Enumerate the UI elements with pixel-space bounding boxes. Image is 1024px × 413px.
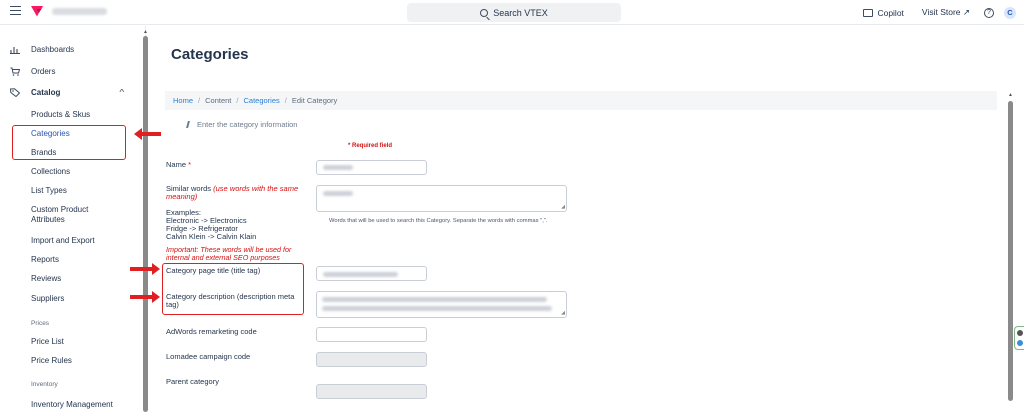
parent-category-select[interactable] [316, 384, 427, 399]
description-value-blurred [322, 297, 547, 302]
vtex-logo-icon[interactable] [30, 5, 44, 18]
info-hint-text: Enter the category information [197, 120, 298, 129]
similar-words-label: Similar words (use words with the same m… [166, 185, 306, 201]
resize-handle-icon[interactable]: ◢ [561, 310, 565, 316]
title-tag-value-blurred [323, 272, 398, 277]
sidebar-item-label: Orders [31, 66, 56, 76]
avatar[interactable]: C [1004, 6, 1016, 19]
similar-words-examples: Examples: Electronic -> Electronics Frid… [166, 209, 256, 241]
required-field-note: * Required field [348, 143, 393, 149]
annotation-arrow-right [130, 263, 160, 275]
sidebar-item-label: Price Rules [31, 355, 72, 365]
section-label: Inventory [31, 380, 58, 388]
name-value-blurred [323, 165, 353, 170]
adwords-input[interactable] [316, 327, 427, 342]
sidebar-item-label: Products & Skus [31, 109, 91, 119]
info-hint: Enter the category information [186, 120, 298, 129]
annotation-box-categories-brands [12, 125, 126, 160]
page-title: Categories [171, 46, 249, 63]
widget-gear-icon [1017, 330, 1023, 336]
similar-words-hint: Words that will be used to search this C… [329, 218, 548, 224]
sidebar: Dashboards Orders Catalog ^ Products & S… [0, 26, 146, 412]
description-value-blurred [322, 306, 552, 311]
main-scroll-up-icon[interactable]: ▲ [1008, 92, 1013, 98]
help-icon[interactable]: ? [984, 7, 994, 18]
sidebar-item-label: List Types [31, 185, 67, 195]
copilot-label: Copilot [877, 7, 904, 18]
breadcrumb-categories[interactable]: Categories [243, 96, 279, 105]
sidebar-item-label: Inventory Management [31, 399, 113, 409]
required-star: * [188, 160, 192, 169]
sidebar-item-label: Price List [31, 336, 64, 346]
sidebar-item-label: Import and Export [31, 235, 95, 245]
resize-handle-icon[interactable]: ◢ [561, 204, 565, 210]
parent-category-label: Parent category [166, 377, 219, 386]
tag-icon [10, 87, 20, 97]
section-label: Prices [31, 319, 50, 327]
widget-help-icon [1017, 340, 1023, 346]
chat-icon [863, 8, 874, 17]
annotation-arrow-right [130, 291, 160, 303]
name-label: Name * [166, 161, 191, 169]
lomadee-input [316, 352, 427, 367]
example-line: Calvin Klein -> Calvin Klain [166, 231, 257, 241]
sidebar-item-label: Suppliers [31, 293, 65, 303]
search-vtex-button[interactable]: Search VTEX [407, 3, 621, 22]
breadcrumb-edit-category: Edit Category [291, 96, 338, 105]
search-label: Search VTEX [493, 7, 548, 18]
breadcrumb-separator: / [236, 96, 239, 105]
annotation-arrow-left [134, 128, 161, 140]
adwords-label: AdWords remarketing code [166, 327, 257, 336]
info-bar-icon [186, 121, 190, 128]
cart-icon [10, 67, 20, 76]
name-label-text: Name [166, 160, 187, 169]
copilot-button[interactable]: Copilot [863, 7, 904, 18]
sidebar-item-label: Catalog [31, 87, 61, 97]
top-bar: Search VTEX Copilot Visit Store ↗ ? C [0, 0, 1024, 25]
sidebar-item-label: Reviews [31, 273, 62, 283]
breadcrumb: Home / Content / Categories / Edit Category [165, 91, 997, 110]
account-name-blurred[interactable] [52, 8, 107, 15]
title-tag-input[interactable] [316, 266, 427, 281]
breadcrumb-content: Content [205, 96, 232, 105]
visit-store-link[interactable]: Visit Store ↗ [922, 7, 970, 18]
sidebar-item-label: Custom Product Attributes [31, 205, 89, 224]
search-icon [480, 8, 489, 17]
similar-words-textarea[interactable]: ◢ [316, 185, 567, 212]
description-meta-textarea[interactable]: ◢ [316, 291, 567, 318]
menu-icon[interactable] [10, 6, 21, 15]
seo-important-note: Important: These words will be used for … [166, 245, 292, 262]
breadcrumb-home[interactable]: Home [173, 96, 193, 105]
sidebar-item-label: Collections [31, 166, 71, 176]
main-content: Categories Home / Content / Categories / Ed… [148, 26, 1014, 412]
breadcrumb-separator: / [198, 96, 201, 105]
similar-words-value-blurred [323, 191, 353, 196]
floating-widget[interactable] [1014, 326, 1024, 350]
annotation-box-seo-fields [162, 263, 304, 315]
main-scrollbar[interactable] [1008, 101, 1013, 401]
sidebar-item-label: Dashboards [31, 44, 75, 54]
name-input[interactable] [316, 160, 427, 175]
breadcrumb-separator: / [284, 96, 287, 105]
bar-chart-icon [10, 46, 20, 54]
lomadee-label: Lomadee campaign code [166, 352, 251, 361]
sidebar-item-label: Reports [31, 254, 60, 264]
chevron-up-icon[interactable]: ^ [119, 88, 124, 97]
sidebar-item-catalog[interactable]: Catalog ^ [0, 83, 146, 101]
